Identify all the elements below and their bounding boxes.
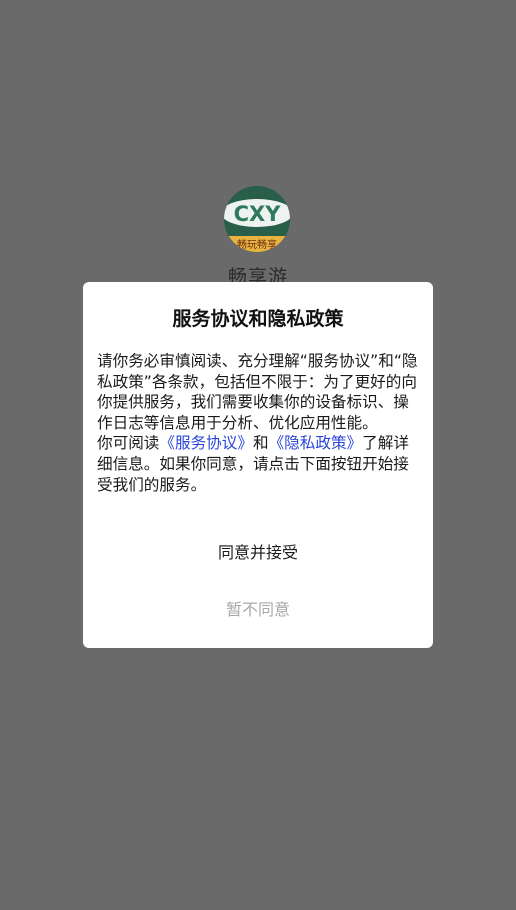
privacy-policy-link[interactable]: 《隐私政策》 (269, 434, 363, 452)
logo-subtext: 畅玩畅享 (237, 238, 277, 251)
service-agreement-link[interactable]: 《服务协议》 (159, 434, 253, 452)
dialog-body-paragraph-2: 你可阅读《服务协议》和《隐私政策》了解详细信息。如果你同意，请点击下面按钮开始接… (97, 433, 419, 495)
app-logo: CXY 畅玩畅享 (224, 186, 290, 252)
body-text-prefix: 你可阅读 (97, 434, 160, 453)
dialog-body-paragraph-1: 请你务必审慎阅读、充分理解“服务协议”和“隐私政策”各条款，包括但不限于：为了更… (97, 352, 418, 432)
logo-text: CXY (234, 202, 282, 226)
dialog-body: 请你务必审慎阅读、充分理解“服务协议”和“隐私政策”各条款，包括但不限于：为了更… (97, 351, 419, 495)
body-text-and: 和 (252, 434, 269, 453)
disagree-button[interactable]: 暂不同意 (83, 593, 433, 627)
logo-graphic: CXY 畅玩畅享 (224, 186, 290, 252)
dialog-title: 服务协议和隐私政策 (172, 308, 344, 330)
agree-button[interactable]: 同意并接受 (83, 536, 433, 570)
privacy-dialog: 服务协议和隐私政策 请你务必审慎阅读、充分理解“服务协议”和“隐私政策”各条款，… (83, 282, 433, 648)
